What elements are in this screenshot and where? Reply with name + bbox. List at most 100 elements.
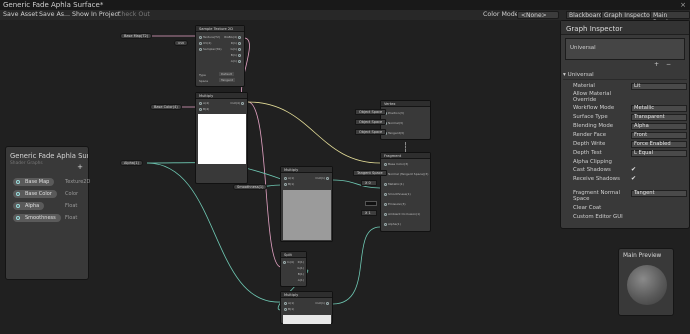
- setting-dropdown[interactable]: Alpha: [631, 123, 687, 130]
- fragment-slot[interactable]: Metallic(1): [384, 182, 404, 186]
- blackboard-panel[interactable]: Generic Fade Aphla Surface Shader Graphs…: [5, 146, 90, 280]
- color-mode-dropdown[interactable]: <None>: [517, 11, 559, 19]
- smoothness-pill-label: Smoothness(1): [237, 185, 264, 189]
- property-chip[interactable]: Base Color: [13, 190, 57, 198]
- vertex-space-tag[interactable]: Object Space: [355, 129, 387, 135]
- output-port[interactable]: G(1): [297, 266, 304, 270]
- input-port[interactable]: UV(2): [199, 41, 211, 45]
- output-port[interactable]: A(1): [298, 278, 304, 282]
- slot-label: Normal(3): [387, 121, 404, 125]
- base-map-property-node[interactable]: Base Map(T2): [120, 33, 153, 39]
- fragment-slot[interactable]: Base Color(3): [384, 162, 408, 166]
- uv-channel-tag[interactable]: UV0: [174, 40, 189, 46]
- input-port[interactable]: A(1): [284, 176, 294, 180]
- property-type: Float: [65, 203, 78, 209]
- blackboard-toggle-button[interactable]: Blackboard: [566, 11, 606, 19]
- property-chip[interactable]: Base Map: [13, 178, 55, 186]
- property-chip[interactable]: Smoothness: [13, 214, 61, 222]
- property-row[interactable]: Base Color Color: [13, 190, 87, 199]
- output-port[interactable]: A(1): [231, 59, 241, 63]
- main-preview-toggle-button[interactable]: Main Preview: [650, 11, 690, 26]
- setting-dropdown[interactable]: Transparent: [631, 114, 687, 121]
- setting-label: Material: [573, 83, 595, 89]
- input-port[interactable]: A(4): [199, 101, 209, 105]
- type-dropdown[interactable]: Default: [219, 72, 234, 76]
- setting-dropdown[interactable]: Lit: [631, 83, 687, 90]
- setting-dropdown[interactable]: Tangent: [631, 190, 687, 197]
- output-port[interactable]: R(1): [231, 41, 241, 45]
- sample-texture-2d-node[interactable]: Sample Texture 2D Texture(T2) UV(2) Samp…: [195, 25, 245, 87]
- graph-inspector-toggle-button[interactable]: Graph Inspector: [601, 11, 656, 19]
- output-port[interactable]: Out(4): [230, 101, 244, 105]
- input-port[interactable]: B(4): [199, 107, 209, 111]
- vertex-master-block[interactable]: Vertex Position(3) Normal(3) Tangent(3): [380, 100, 431, 140]
- add-target-button[interactable]: +: [654, 61, 659, 68]
- property-row[interactable]: Base Map Texture2D: [13, 178, 90, 187]
- show-in-project-button[interactable]: Show In Project: [72, 10, 120, 20]
- multiply-node-color[interactable]: Multiply A(4) B(4) Out(4): [195, 92, 248, 184]
- output-port[interactable]: B(1): [231, 53, 241, 57]
- check-out-button[interactable]: Check Out: [117, 10, 150, 20]
- output-port[interactable]: Out(1): [315, 176, 329, 180]
- setting-checkbox[interactable]: ✔: [631, 167, 636, 173]
- normal-space-tag[interactable]: Tangent Space: [353, 170, 387, 176]
- input-port[interactable]: Sampler(SS): [199, 47, 222, 51]
- output-port[interactable]: G(1): [230, 47, 241, 51]
- setting-checkbox[interactable]: ✔: [631, 176, 636, 182]
- fragment-slot[interactable]: Normal (Tangent Space)(3): [384, 172, 428, 176]
- save-asset-button[interactable]: Save Asset: [3, 10, 38, 20]
- vertex-slot[interactable]: Tangent(3): [384, 131, 404, 135]
- property-row[interactable]: Alpha Float: [13, 202, 87, 211]
- fragment-slot[interactable]: Smoothness(1): [384, 192, 411, 196]
- input-port[interactable]: Texture(T2): [199, 35, 220, 39]
- setting-dropdown[interactable]: Force Enabled: [631, 141, 687, 148]
- universal-section-header[interactable]: ▾ Universal: [563, 72, 687, 80]
- graph-canvas[interactable]: Base Map(T2) UV0 Base Color(4) Alpha(1) …: [0, 20, 690, 334]
- fragment-slot[interactable]: Emission(3): [384, 202, 406, 206]
- output-port[interactable]: R(1): [298, 260, 304, 264]
- base-color-property-node[interactable]: Base Color(4): [150, 104, 182, 110]
- alpha-property-node[interactable]: Alpha(1): [120, 160, 143, 166]
- vertex-space-tag[interactable]: Object Space: [355, 119, 387, 125]
- main-preview-panel[interactable]: Main Preview: [618, 248, 674, 316]
- input-port[interactable]: B(1): [284, 307, 294, 311]
- setting-dropdown[interactable]: Metallic: [631, 105, 687, 112]
- output-port[interactable]: RGBA(4): [224, 35, 241, 39]
- input-port[interactable]: A(1): [284, 301, 294, 305]
- setting-dropdown[interactable]: Front: [631, 132, 687, 139]
- space-tag-label: Object Space: [359, 120, 383, 124]
- fragment-slot[interactable]: Ambient Occlusion(1): [384, 212, 420, 216]
- vertex-space-tag[interactable]: Object Space: [355, 109, 387, 115]
- metallic-default-field[interactable]: X 0: [361, 180, 377, 186]
- ao-default-field[interactable]: X 1: [361, 210, 377, 216]
- fragment-master-block[interactable]: Fragment Base Color(3) Normal (Tangent S…: [380, 152, 431, 232]
- space-dropdown[interactable]: Tangent: [219, 78, 235, 82]
- preview-sphere[interactable]: [627, 265, 667, 305]
- split-node[interactable]: Split In(4) R(1) G(1) B(1) A(1): [280, 251, 307, 287]
- slot-label: Alpha(1): [387, 222, 401, 226]
- input-port[interactable]: In(4): [283, 260, 294, 264]
- fragment-slot[interactable]: Alpha(1): [384, 222, 401, 226]
- slot-label: Position(3): [387, 111, 404, 115]
- graph-inspector-panel[interactable]: Graph Inspector Universal + − ▾ Universa…: [560, 20, 690, 229]
- input-port[interactable]: B(1): [284, 182, 294, 186]
- property-chip[interactable]: Alpha: [13, 202, 45, 210]
- vertex-slot[interactable]: Normal(3): [384, 121, 403, 125]
- remove-target-button[interactable]: −: [666, 61, 671, 68]
- multiply-node-alpha[interactable]: Multiply A(1) B(1) Out(1): [280, 291, 333, 324]
- save-as-button[interactable]: Save As...: [39, 10, 70, 20]
- target-list-item[interactable]: Universal: [565, 38, 685, 60]
- emission-color-swatch[interactable]: [365, 201, 377, 206]
- output-port[interactable]: B(1): [298, 272, 304, 276]
- close-icon[interactable]: ×: [680, 0, 686, 10]
- multiply-node-smoothness[interactable]: Multiply A(1) B(1) Out(1): [280, 166, 333, 242]
- port-label: A(1): [287, 301, 295, 305]
- property-row[interactable]: Smoothness Float: [13, 214, 87, 223]
- setting-dropdown[interactable]: L Equal: [631, 150, 687, 157]
- vertex-slot[interactable]: Position(3): [384, 111, 404, 115]
- port-label: A(1): [297, 278, 304, 282]
- output-port[interactable]: Out(1): [315, 301, 329, 305]
- add-property-icon[interactable]: +: [77, 163, 83, 171]
- setting-label: Fragment Normal Space: [573, 190, 620, 202]
- smoothness-property-node[interactable]: Smoothness(1): [233, 184, 268, 190]
